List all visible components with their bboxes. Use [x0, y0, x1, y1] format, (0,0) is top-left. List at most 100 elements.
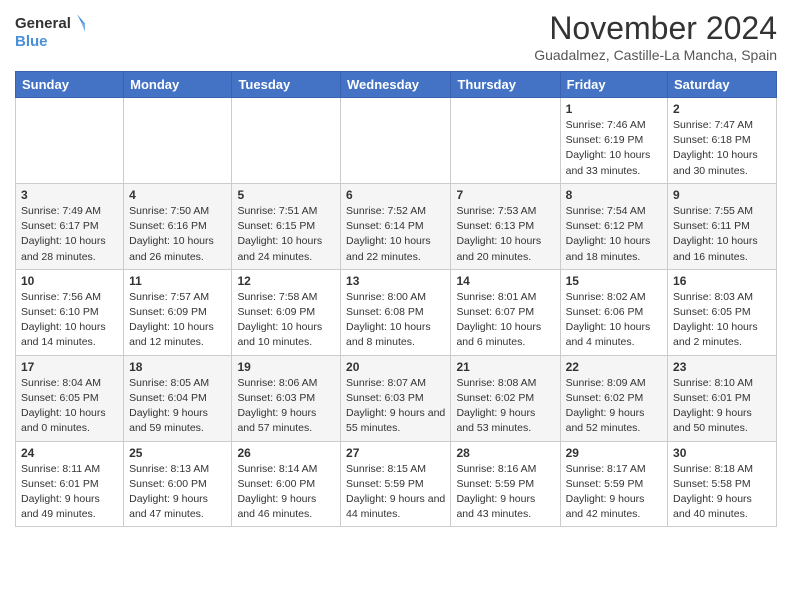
day-number: 8 [566, 188, 662, 202]
day-info: Sunrise: 8:08 AMSunset: 6:02 PMDaylight:… [456, 376, 554, 437]
subtitle: Guadalmez, Castille-La Mancha, Spain [534, 47, 777, 63]
calendar-cell [124, 98, 232, 184]
header-monday: Monday [124, 72, 232, 98]
day-number: 19 [237, 360, 335, 374]
day-info: Sunrise: 7:55 AMSunset: 6:11 PMDaylight:… [673, 204, 771, 265]
calendar-table: Sunday Monday Tuesday Wednesday Thursday… [15, 71, 777, 527]
day-info: Sunrise: 8:09 AMSunset: 6:02 PMDaylight:… [566, 376, 662, 437]
day-info: Sunrise: 7:51 AMSunset: 6:15 PMDaylight:… [237, 204, 335, 265]
day-number: 11 [129, 274, 226, 288]
calendar-cell: 12Sunrise: 7:58 AMSunset: 6:09 PMDayligh… [232, 269, 341, 355]
day-info: Sunrise: 8:07 AMSunset: 6:03 PMDaylight:… [346, 376, 445, 437]
day-info: Sunrise: 8:06 AMSunset: 6:03 PMDaylight:… [237, 376, 335, 437]
day-number: 15 [566, 274, 662, 288]
day-number: 9 [673, 188, 771, 202]
header: General Blue November 2024 Guadalmez, Ca… [15, 10, 777, 63]
day-info: Sunrise: 7:50 AMSunset: 6:16 PMDaylight:… [129, 204, 226, 265]
calendar-cell: 28 Sunrise: 8:16 AMSunset: 5:59 PMDayligh… [451, 441, 560, 527]
day-info: Sunrise: 7:54 AMSunset: 6:12 PMDaylight:… [566, 204, 662, 265]
day-info: Sunrise: 7:47 AMSunset: 6:18 PMDaylight:… [673, 118, 771, 179]
day-number: 26 [237, 446, 335, 460]
day-info: Sunrise: 8:04 AMSunset: 6:05 PMDaylight:… [21, 376, 118, 437]
day-info: Sunrise: 8:01 AMSunset: 6:07 PMDaylight:… [456, 290, 554, 351]
logo: General Blue [15, 10, 85, 52]
calendar-cell: 23 Sunrise: 8:10 AMSunset: 6:01 PMDayligh… [668, 355, 777, 441]
day-number: 23 [673, 360, 771, 374]
calendar-cell: 21 Sunrise: 8:08 AMSunset: 6:02 PMDayligh… [451, 355, 560, 441]
calendar-cell: 6 Sunrise: 7:52 AMSunset: 6:14 PMDaylight… [341, 183, 451, 269]
calendar-cell [451, 98, 560, 184]
day-number: 28 [456, 446, 554, 460]
day-info: Sunrise: 8:15 AMSunset: 5:59 PMDaylight:… [346, 462, 445, 523]
day-number: 20 [346, 360, 445, 374]
calendar-cell: 17 Sunrise: 8:04 AMSunset: 6:05 PMDayligh… [16, 355, 124, 441]
day-number: 30 [673, 446, 771, 460]
calendar-cell: 8 Sunrise: 7:54 AMSunset: 6:12 PMDaylight… [560, 183, 667, 269]
day-number: 29 [566, 446, 662, 460]
calendar-cell: 5 Sunrise: 7:51 AMSunset: 6:15 PMDaylight… [232, 183, 341, 269]
header-thursday: Thursday [451, 72, 560, 98]
day-number: 6 [346, 188, 445, 202]
month-title: November 2024 [534, 10, 777, 47]
calendar-week-1: 1 Sunrise: 7:46 AMSunset: 6:19 PMDaylight… [16, 98, 777, 184]
day-number: 1 [566, 102, 662, 116]
calendar-cell: 25 Sunrise: 8:13 AMSunset: 6:00 PMDayligh… [124, 441, 232, 527]
svg-text:Blue: Blue [15, 33, 48, 50]
calendar-cell: 10Sunrise: 7:56 AMSunset: 6:10 PMDayligh… [16, 269, 124, 355]
calendar-cell: 20 Sunrise: 8:07 AMSunset: 6:03 PMDayligh… [341, 355, 451, 441]
day-number: 24 [21, 446, 118, 460]
day-info: Sunrise: 8:16 AMSunset: 5:59 PMDaylight:… [456, 462, 554, 523]
day-info: Sunrise: 7:49 AMSunset: 6:17 PMDaylight:… [21, 204, 118, 265]
calendar-cell: 19 Sunrise: 8:06 AMSunset: 6:03 PMDayligh… [232, 355, 341, 441]
calendar-week-3: 10Sunrise: 7:56 AMSunset: 6:10 PMDayligh… [16, 269, 777, 355]
day-info: Sunrise: 8:11 AMSunset: 6:01 PMDaylight:… [21, 462, 118, 523]
day-number: 13 [346, 274, 445, 288]
logo-svg: General Blue [15, 10, 85, 52]
calendar-cell [341, 98, 451, 184]
calendar-week-4: 17 Sunrise: 8:04 AMSunset: 6:05 PMDayligh… [16, 355, 777, 441]
calendar-cell: 24 Sunrise: 8:11 AMSunset: 6:01 PMDayligh… [16, 441, 124, 527]
calendar-cell: 16Sunrise: 8:03 AMSunset: 6:05 PMDayligh… [668, 269, 777, 355]
day-number: 5 [237, 188, 335, 202]
day-info: Sunrise: 8:13 AMSunset: 6:00 PMDaylight:… [129, 462, 226, 523]
day-number: 3 [21, 188, 118, 202]
day-number: 17 [21, 360, 118, 374]
day-number: 2 [673, 102, 771, 116]
day-number: 22 [566, 360, 662, 374]
calendar-cell: 11 Sunrise: 7:57 AMSunset: 6:09 PMDayligh… [124, 269, 232, 355]
header-friday: Friday [560, 72, 667, 98]
day-info: Sunrise: 7:52 AMSunset: 6:14 PMDaylight:… [346, 204, 445, 265]
day-info: Sunrise: 8:02 AMSunset: 6:06 PMDaylight:… [566, 290, 662, 351]
day-info: Sunrise: 7:57 AMSunset: 6:09 PMDaylight:… [129, 290, 226, 351]
day-number: 14 [456, 274, 554, 288]
day-info: Sunrise: 7:46 AMSunset: 6:19 PMDaylight:… [566, 118, 662, 179]
calendar-cell: 29 Sunrise: 8:17 AMSunset: 5:59 PMDayligh… [560, 441, 667, 527]
calendar-header-row: Sunday Monday Tuesday Wednesday Thursday… [16, 72, 777, 98]
calendar-cell: 15 Sunrise: 8:02 AMSunset: 6:06 PMDayligh… [560, 269, 667, 355]
calendar-week-5: 24 Sunrise: 8:11 AMSunset: 6:01 PMDayligh… [16, 441, 777, 527]
day-info: Sunrise: 8:10 AMSunset: 6:01 PMDaylight:… [673, 376, 771, 437]
calendar-body: 1 Sunrise: 7:46 AMSunset: 6:19 PMDaylight… [16, 98, 777, 527]
calendar-cell: 22 Sunrise: 8:09 AMSunset: 6:02 PMDayligh… [560, 355, 667, 441]
calendar-cell: 27Sunrise: 8:15 AMSunset: 5:59 PMDayligh… [341, 441, 451, 527]
calendar-cell: 14 Sunrise: 8:01 AMSunset: 6:07 PMDayligh… [451, 269, 560, 355]
header-wednesday: Wednesday [341, 72, 451, 98]
day-number: 25 [129, 446, 226, 460]
day-info: Sunrise: 8:05 AMSunset: 6:04 PMDaylight:… [129, 376, 226, 437]
day-number: 10 [21, 274, 118, 288]
day-info: Sunrise: 8:17 AMSunset: 5:59 PMDaylight:… [566, 462, 662, 523]
calendar-cell: 2 Sunrise: 7:47 AMSunset: 6:18 PMDaylight… [668, 98, 777, 184]
svg-text:General: General [15, 15, 71, 32]
day-number: 7 [456, 188, 554, 202]
calendar-cell: 18 Sunrise: 8:05 AMSunset: 6:04 PMDayligh… [124, 355, 232, 441]
calendar-cell: 1 Sunrise: 7:46 AMSunset: 6:19 PMDaylight… [560, 98, 667, 184]
day-number: 4 [129, 188, 226, 202]
day-number: 18 [129, 360, 226, 374]
calendar-cell [16, 98, 124, 184]
title-section: November 2024 Guadalmez, Castille-La Man… [534, 10, 777, 63]
day-info: Sunrise: 8:18 AMSunset: 5:58 PMDaylight:… [673, 462, 771, 523]
day-number: 21 [456, 360, 554, 374]
calendar-cell: 13Sunrise: 8:00 AMSunset: 6:08 PMDayligh… [341, 269, 451, 355]
day-number: 12 [237, 274, 335, 288]
page-container: General Blue November 2024 Guadalmez, Ca… [0, 0, 792, 537]
